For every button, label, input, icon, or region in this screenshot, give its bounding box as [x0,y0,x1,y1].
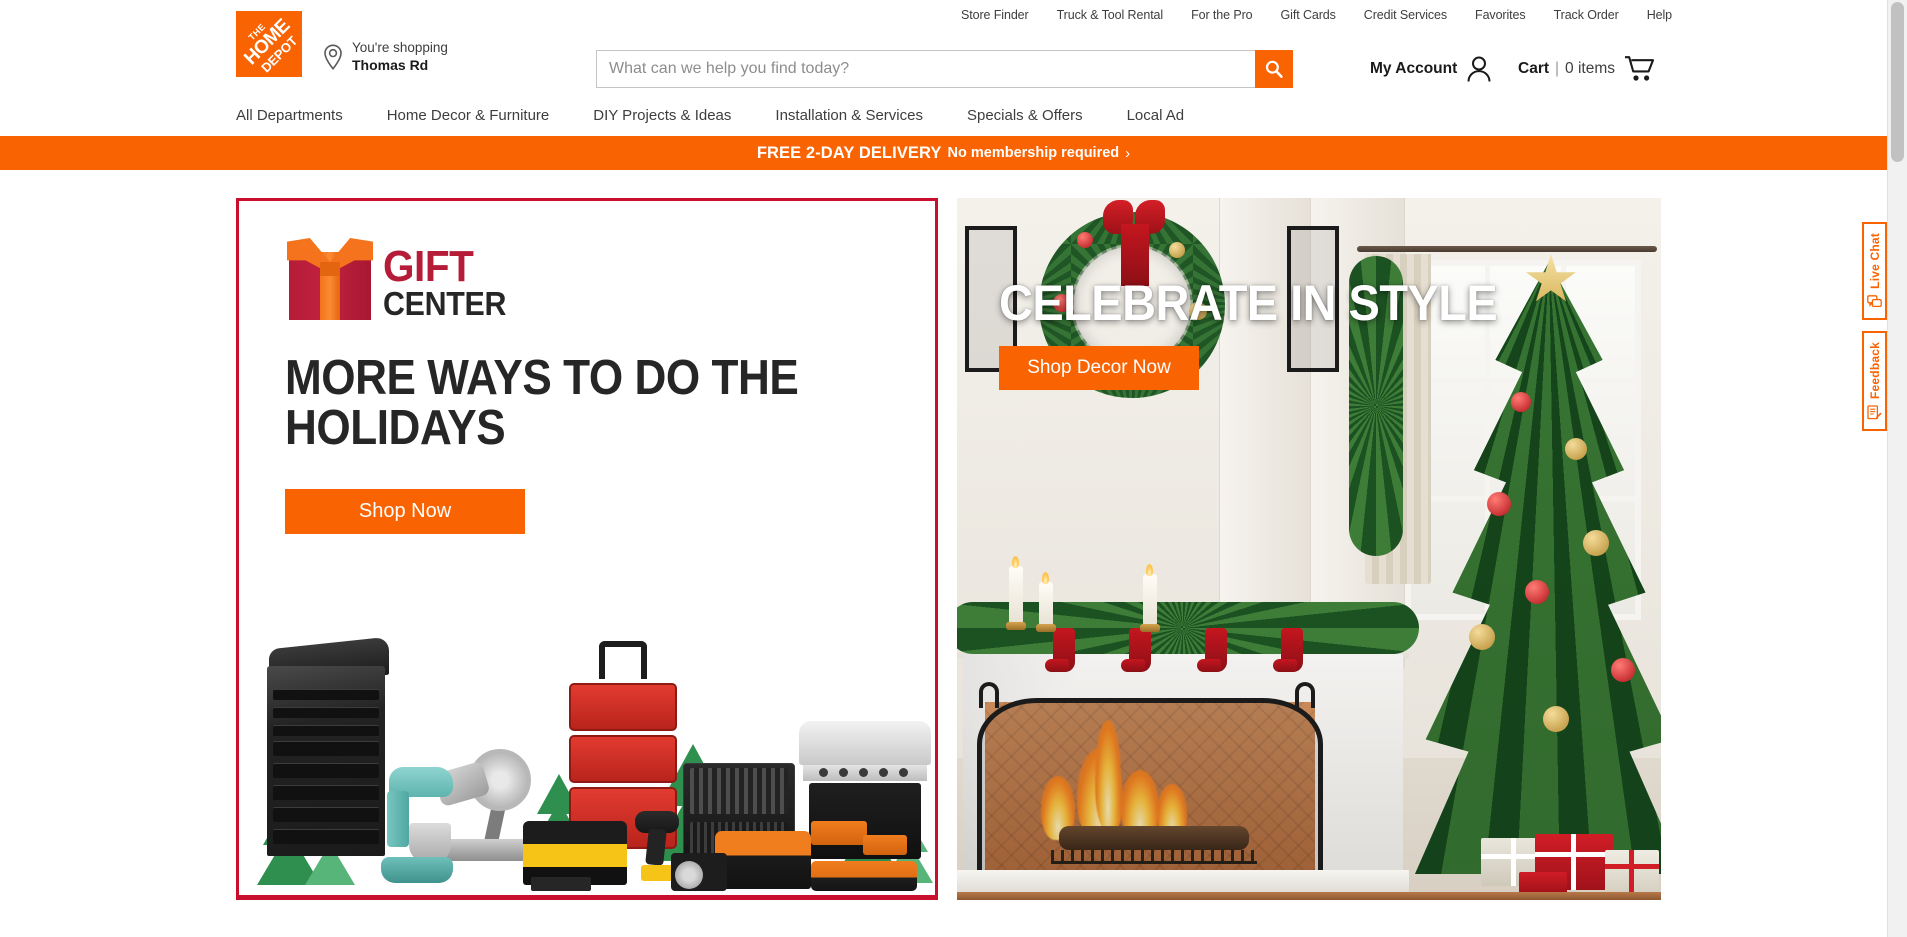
stocking [1045,628,1075,672]
product-dewalt-battery [531,877,591,891]
candle-holder [1036,624,1056,632]
curtain-rod [1357,246,1657,252]
gift-box [1605,850,1659,894]
product-circular-saw [671,853,727,891]
candle-holder [1006,622,1026,630]
shop-decor-now-button[interactable]: Shop Decor Now [999,346,1199,390]
delivery-subtext: No membership required [947,145,1120,161]
wreath-bow [1103,198,1165,286]
stocking [1273,628,1303,672]
search-bar [596,50,1293,88]
product-tool-chest [267,666,385,856]
candle [1009,566,1023,624]
candle [1143,574,1157,626]
my-account-label: My Account [1370,60,1458,77]
stocking [1197,628,1227,672]
candle-holder [1140,624,1160,632]
gift-center-product-collage [239,611,935,891]
my-account-link[interactable]: My Account [1370,55,1492,83]
product-ridgid-impact-driver [863,835,907,855]
live-chat-tab[interactable]: Live Chat [1862,222,1887,320]
feedback-tab[interactable]: Feedback [1862,330,1887,431]
candle [1039,582,1053,626]
hero-banner-row: GIFT CENTER MORE WAYS TO DO THE HOLIDAYS… [236,198,1661,903]
candle-flame [1146,564,1153,576]
free-delivery-banner[interactable]: FREE 2-DAY DELIVERY No membership requir… [0,136,1887,170]
gift-center-wordmark: GIFT CENTER [383,242,517,322]
product-ridgid-tool-bag [715,831,811,889]
gift-center-logo: GIFT CENTER [287,236,517,320]
cart-link[interactable]: Cart | 0 items [1518,55,1655,82]
screen-handle [979,682,999,708]
christmas-tree [1415,254,1661,874]
nav-item-specials-offers[interactable]: Specials & Offers [967,107,1083,124]
store-text: You're shopping Thomas Rd [352,40,448,74]
site-header: THE HOME DEPOT You're shopping Thomas Rd… [0,8,1887,88]
cart-label: Cart [1518,59,1550,77]
product-dewalt-tool-bag [523,821,627,885]
wood-floor [957,892,1661,900]
fireplace-screen [977,698,1323,876]
product-reciprocating-saw [811,861,917,891]
feedback-pencil-icon [1867,405,1882,420]
chevron-right-icon: › [1125,144,1131,162]
candle-flame [1042,572,1049,584]
search-icon [1265,60,1283,78]
cart-separator: | [1555,59,1560,77]
gift-box-icon [287,236,373,320]
gift-logo-word-gift: GIFT [383,242,474,292]
nav-item-installation-services[interactable]: Installation & Services [775,107,923,124]
delivery-headline: FREE 2-DAY DELIVERY [756,143,942,162]
nav-item-home-decor-furniture[interactable]: Home Decor & Furniture [387,107,550,124]
page-scrollbar-track[interactable] [1887,0,1907,937]
candle-flame [1012,556,1019,568]
live-chat-label: Live Chat [1867,233,1882,289]
wreath-ornament [1169,242,1185,258]
celebrate-headline: CELEBRATE IN STYLE [999,275,1498,331]
nav-item-local-ad[interactable]: Local Ad [1127,107,1185,124]
store-locator[interactable]: You're shopping Thomas Rd [322,40,448,74]
shop-now-button[interactable]: Shop Now [285,489,525,534]
home-depot-logo[interactable]: THE HOME DEPOT [236,11,302,77]
side-tab-group: Live Chat Feedback [1862,222,1887,431]
nav-item-diy-projects-ideas[interactable]: DIY Projects & Ideas [593,107,731,124]
page-scrollbar-thumb[interactable] [1891,2,1904,162]
cart-item-count: 0 items [1565,59,1616,77]
feedback-label: Feedback [1867,341,1882,399]
screen-handle [1295,682,1315,708]
product-stand-mixer [381,761,455,883]
gift-center-headline: MORE WAYS TO DO THE HOLIDAYS [285,351,799,456]
gift-center-promo-banner[interactable]: GIFT CENTER MORE WAYS TO DO THE HOLIDAYS… [236,198,938,900]
stocking [1121,628,1151,672]
gift-logo-word-center: CENTER [383,284,507,322]
logo-inner: THE HOME DEPOT [236,11,302,77]
store-name: Thomas Rd [352,56,429,73]
shopping-cart-icon [1625,56,1655,81]
location-pin-icon [324,44,342,71]
nav-item-all-departments[interactable]: All Departments [236,107,343,124]
search-submit-button[interactable] [1255,50,1293,88]
store-shopping-label: You're shopping [352,40,448,55]
user-account-icon [1467,56,1491,82]
chat-bubble-icon [1867,294,1882,307]
product-ridgid-drill [811,821,867,845]
celebrate-in-style-promo-banner[interactable]: CELEBRATE IN STYLE Shop Decor Now [957,198,1661,900]
mantel-garland [957,602,1419,654]
search-input[interactable] [596,50,1255,88]
primary-nav-bar: All Departments Home Decor & Furniture D… [0,98,1887,132]
wreath-ornament [1077,232,1093,248]
